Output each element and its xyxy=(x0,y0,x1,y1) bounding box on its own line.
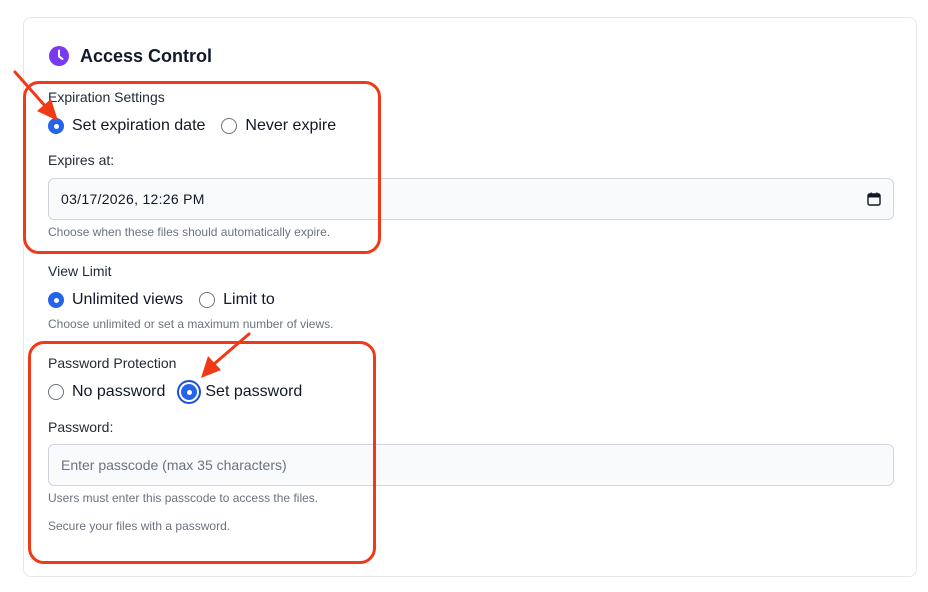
page: Access Control Expiration Settings Set e… xyxy=(0,0,928,592)
radio-button-unlimited-views[interactable] xyxy=(48,292,64,308)
calendar-icon[interactable] xyxy=(867,192,881,206)
password-field-label: Password: xyxy=(48,419,114,435)
view-limit-hint: Choose unlimited or set a maximum number… xyxy=(48,317,334,331)
radio-label-never-expire: Never expire xyxy=(245,117,337,134)
radio-label-no-password: No password xyxy=(72,383,166,400)
clock-icon xyxy=(49,46,69,66)
expiration-settings-label: Expiration Settings xyxy=(48,89,165,105)
radio-label-set-password: Set password xyxy=(205,383,303,400)
section-title: Access Control xyxy=(80,46,213,66)
expiration-hint: Choose when these files should automatic… xyxy=(48,225,331,239)
password-hint: Users must enter this passcode to access… xyxy=(48,491,319,505)
password-input[interactable] xyxy=(61,457,881,473)
view-limit-label: View Limit xyxy=(48,263,112,279)
radio-no-password[interactable]: No password xyxy=(48,382,165,402)
radio-never-expire[interactable]: Never expire xyxy=(221,116,336,136)
expires-at-datetime-input[interactable]: 03/17/2026, 12:26 PM xyxy=(48,178,894,220)
view-limit-radio-group: Unlimited views Limit to xyxy=(48,290,275,310)
expiration-radio-group: Set expiration date Never expire xyxy=(48,116,336,136)
section-header: Access Control xyxy=(48,44,212,68)
password-secure-hint: Secure your files with a password. xyxy=(48,519,231,533)
radio-label-unlimited-views: Unlimited views xyxy=(72,291,184,308)
password-radio-group: No password Set password xyxy=(48,382,302,402)
radio-button-no-password[interactable] xyxy=(48,384,64,400)
password-protection-label: Password Protection xyxy=(48,355,177,371)
radio-unlimited-views[interactable]: Unlimited views xyxy=(48,290,183,310)
radio-label-set-expiration: Set expiration date xyxy=(72,117,206,134)
password-input-wrapper xyxy=(48,444,894,486)
radio-limit-to[interactable]: Limit to xyxy=(199,290,275,310)
radio-button-set-expiration[interactable] xyxy=(48,118,64,134)
radio-set-password[interactable]: Set password xyxy=(181,382,302,402)
expires-at-value: 03/17/2026, 12:26 PM xyxy=(61,191,205,207)
radio-set-expiration-date[interactable]: Set expiration date xyxy=(48,116,205,136)
radio-button-never-expire[interactable] xyxy=(221,118,238,134)
radio-label-limit-to: Limit to xyxy=(223,291,275,308)
radio-button-set-password[interactable] xyxy=(181,384,198,400)
radio-button-limit-to[interactable] xyxy=(199,292,216,308)
expires-at-label: Expires at: xyxy=(48,152,115,168)
